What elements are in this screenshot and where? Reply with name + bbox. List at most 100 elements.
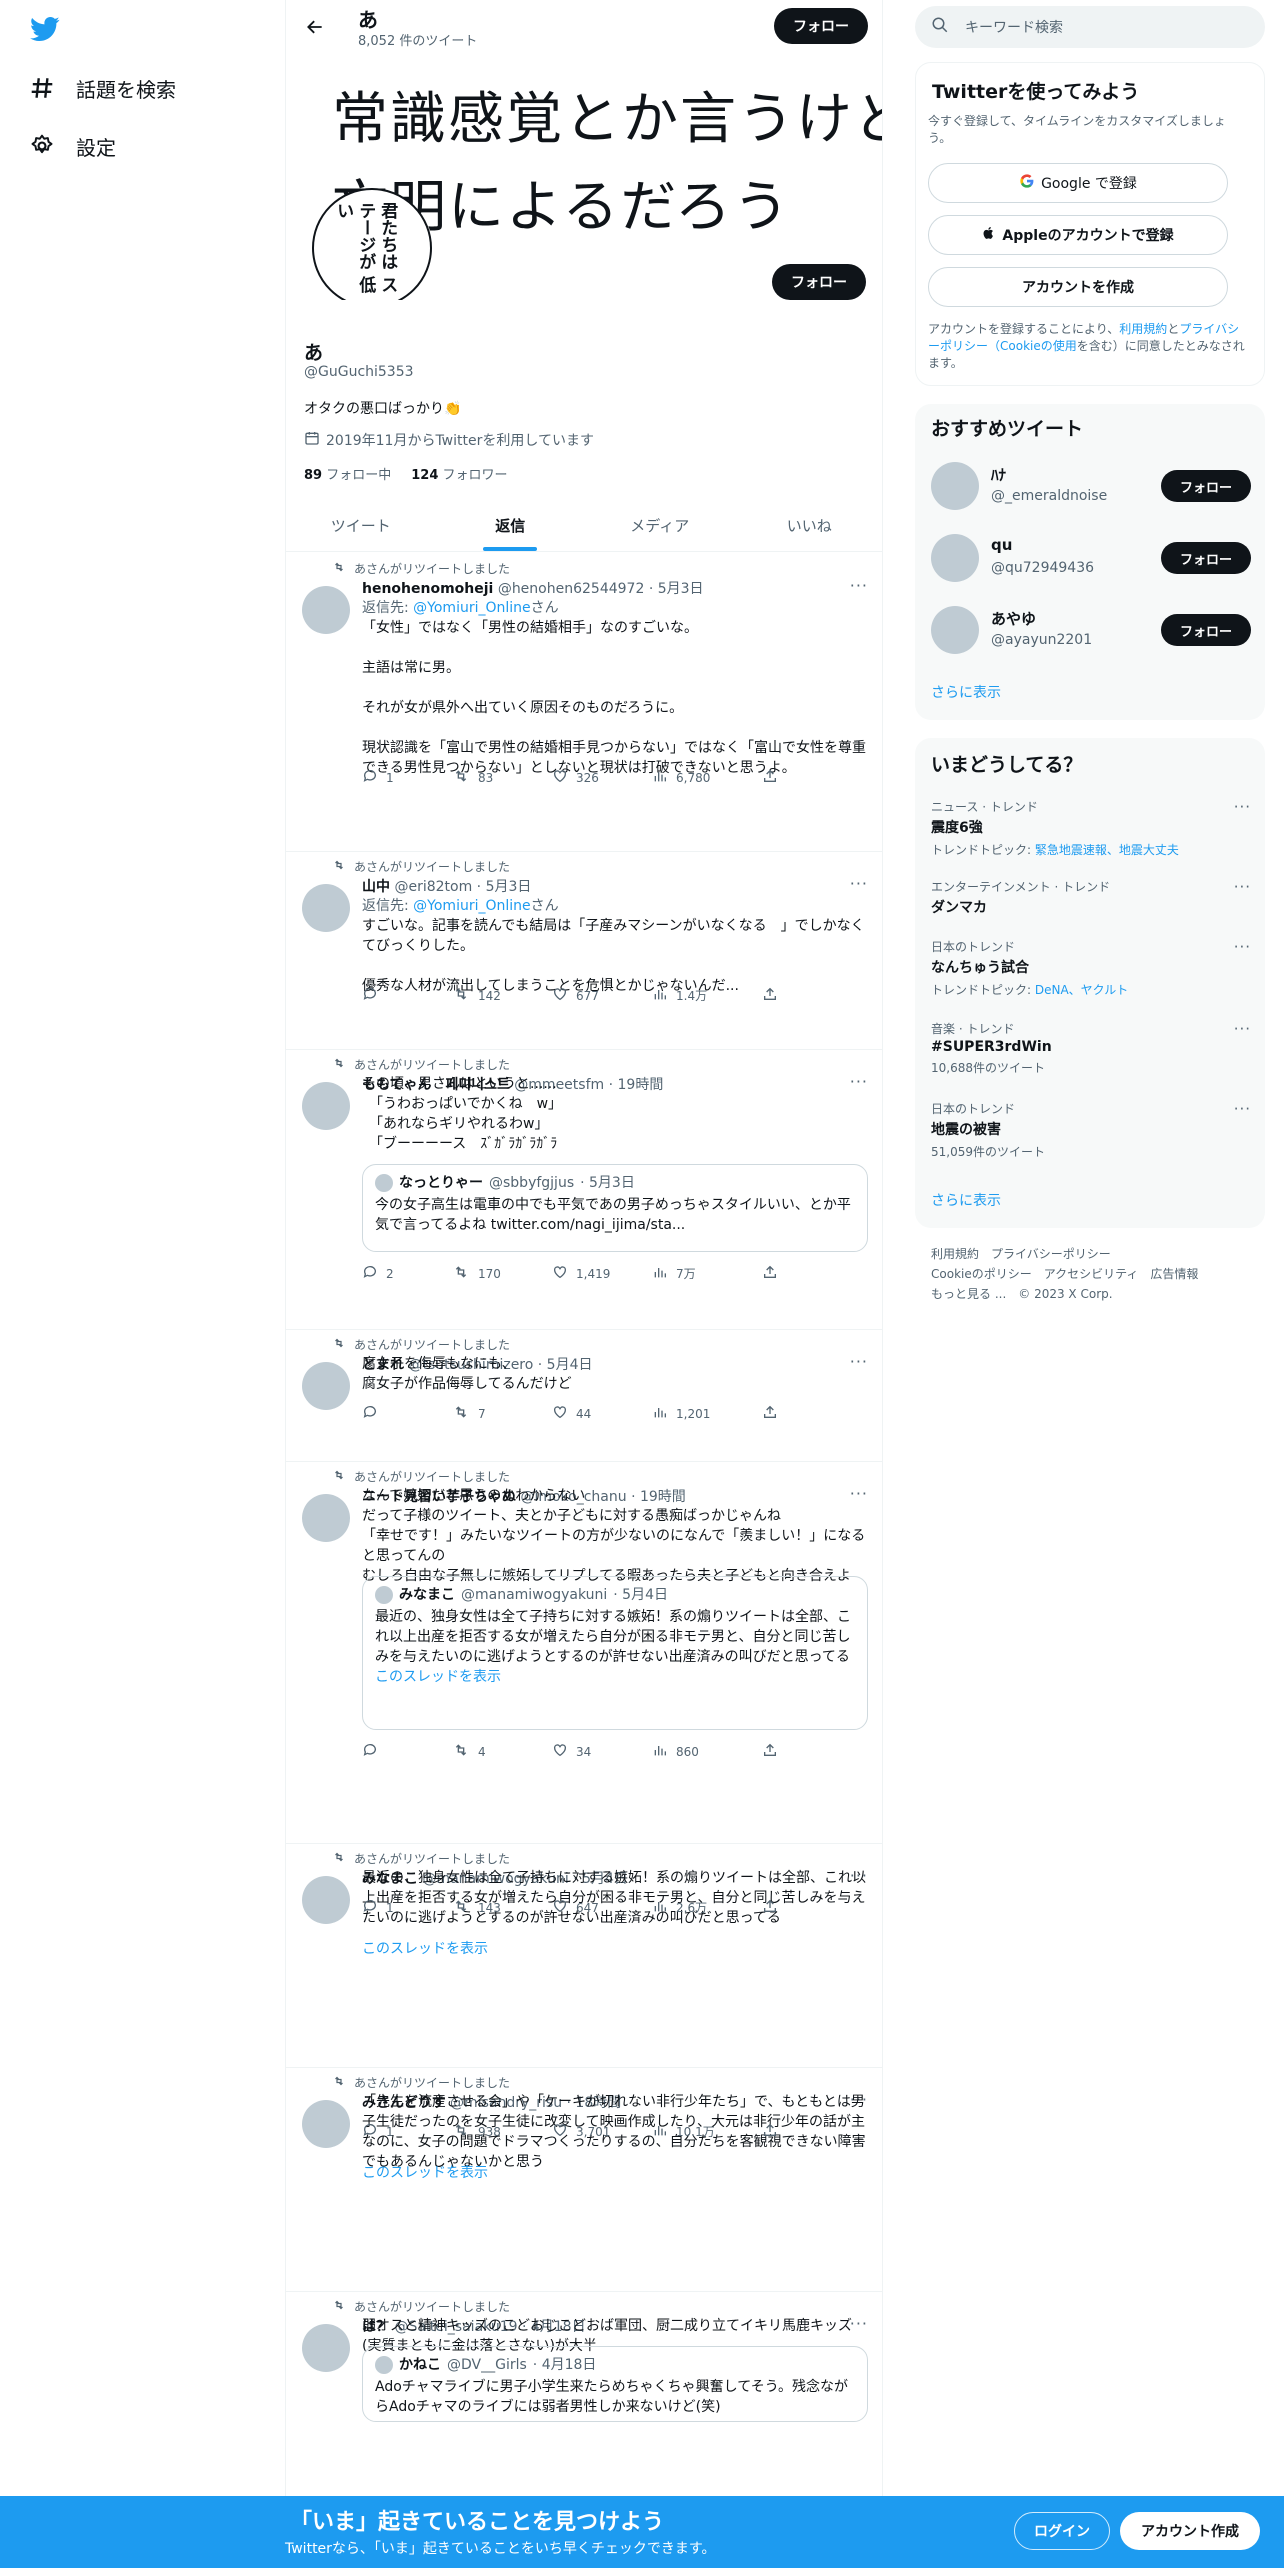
nav-explore[interactable]: 話題を検索 — [28, 68, 176, 108]
recommend-user[interactable]: あやゆ @ayayun2201 フォロー — [931, 600, 1251, 660]
create-account-button[interactable]: アカウントを作成 — [928, 267, 1228, 307]
share-action[interactable] — [762, 1742, 778, 1761]
back-arrow-icon[interactable] — [298, 10, 332, 44]
avatar[interactable] — [302, 2100, 350, 2148]
footer-link[interactable]: アクセシビリティ — [1044, 1267, 1139, 1281]
views-action[interactable]: 1.4万 — [652, 986, 707, 1005]
avatar[interactable] — [302, 586, 350, 634]
author-name[interactable]: 山中 — [362, 879, 390, 895]
more-icon[interactable]: ··· — [850, 576, 868, 595]
views-action[interactable]: 10.1万 — [652, 2122, 715, 2141]
retweet-action[interactable]: 7 — [452, 1404, 486, 1423]
views-action[interactable]: 7万 — [652, 1264, 696, 1283]
twitter-logo-icon[interactable] — [28, 14, 64, 44]
retweet-action[interactable]: 142 — [452, 986, 501, 1005]
avatar[interactable] — [302, 884, 350, 932]
tab-tweets[interactable]: ツイート — [286, 500, 436, 551]
avatar[interactable] — [302, 1876, 350, 1924]
avatar[interactable] — [302, 1362, 350, 1410]
tweet[interactable]: あさんがリツイートしました とまれ @tsutsushimizero · 5月4日… — [286, 1330, 882, 1462]
reply-action[interactable]: 1 — [362, 768, 394, 787]
tab-replies[interactable]: 返信 — [436, 500, 586, 551]
share-action[interactable] — [762, 1898, 778, 1917]
footer-link[interactable]: 利用規約 — [931, 1247, 979, 1261]
share-action[interactable] — [762, 1404, 778, 1423]
header-follow-button[interactable]: フォロー — [774, 8, 868, 44]
signup-button[interactable]: アカウント作成 — [1120, 2512, 1260, 2550]
tweet[interactable]: あさんがリツイートしました henohenomoheji @henohen6254… — [286, 554, 882, 852]
trend-topics-link[interactable]: DeNA、ヤクルト — [1035, 983, 1128, 997]
followers-link[interactable]: 124 フォロワー — [411, 464, 507, 483]
share-action[interactable] — [762, 1264, 778, 1283]
tweet-date[interactable]: · 5月3日 — [477, 879, 532, 895]
more-icon[interactable]: ··· — [1234, 938, 1251, 956]
like-action[interactable]: 647 — [552, 1898, 599, 1917]
author-handle[interactable]: @henohen62544972 — [498, 581, 645, 597]
share-action[interactable] — [762, 986, 778, 1005]
author-name[interactable]: henohenomoheji — [362, 581, 493, 597]
login-button[interactable]: ログイン — [1014, 2512, 1110, 2550]
more-icon[interactable]: ··· — [1234, 798, 1251, 816]
like-action[interactable]: 44 — [552, 1404, 591, 1423]
reply-to-link[interactable]: @Yomiuri_Online — [413, 600, 530, 616]
author-handle[interactable]: @eri82tom — [394, 879, 472, 895]
show-thread-link[interactable]: このスレッドを表示 — [362, 2162, 488, 2182]
tweet[interactable]: あさんがリツイートしました ニート見習い芋子ちゃぬ @imoko_chanu · … — [286, 1462, 882, 1844]
quoted-tweet[interactable]: かねこ @DV__Girls · 4月18日 Adoチャマライブに男子小学生来たらめち… — [362, 2346, 868, 2422]
like-action[interactable]: 3,701 — [552, 2122, 610, 2141]
retweet-action[interactable]: 938 — [452, 2122, 501, 2141]
footer-link[interactable]: プライバシーポリシー — [991, 1247, 1111, 1261]
reply-action[interactable] — [362, 1404, 386, 1423]
footer-link[interactable]: もっと見る ... — [931, 1287, 1006, 1301]
views-action[interactable]: 2.6万 — [652, 1898, 707, 1917]
like-action[interactable]: 1,419 — [552, 1264, 610, 1283]
retweet-action[interactable]: 83 — [452, 768, 493, 787]
quoted-tweet[interactable]: なっとりゃー @sbbyfgjjus · 5月3日 今の女子高生は電車の中でも平気であ… — [362, 1164, 868, 1252]
tweet[interactable]: あさんがリツイートしました ももてゃん 페미니스트 @mmeetsfm · 19時… — [286, 1050, 882, 1330]
like-action[interactable]: 677 — [552, 986, 599, 1005]
apple-signup-button[interactable]: Appleのアカウントで登録 — [928, 215, 1228, 255]
trend-item[interactable]: 日本のトレンド なんちゅう試合 トレンドトピック: DeNA、ヤクルト ··· — [931, 938, 1251, 998]
reply-to-link[interactable]: @Yomiuri_Online — [413, 898, 530, 914]
quoted-tweet[interactable]: みなまこ @manamiwogyakuni · 5月4日 最近の、独身女性は全て子持ち… — [362, 1576, 868, 1730]
google-signup-button[interactable]: Google で登録 — [928, 163, 1228, 203]
reply-action[interactable]: 1 — [362, 1898, 394, 1917]
views-action[interactable]: 860 — [652, 1742, 699, 1761]
trends-more-link[interactable]: さらに表示 — [931, 1190, 1001, 1210]
retweet-action[interactable]: 4 — [452, 1742, 486, 1761]
profile-follow-button[interactable]: フォロー — [772, 264, 866, 300]
trend-item[interactable]: 音楽 · トレンド #SUPER3rdWin 10,688件のツイート ··· — [931, 1020, 1251, 1076]
footer-link[interactable]: 広告情報 — [1150, 1267, 1198, 1281]
recommend-user[interactable]: qu @qu72949436 フォロー — [931, 528, 1251, 588]
reply-action[interactable] — [362, 986, 386, 1005]
trend-item[interactable]: ニュース · トレンド 震度6強 トレンドトピック: 緊急地震速報、地震大丈夫 ··· — [931, 798, 1251, 858]
avatar[interactable] — [302, 2324, 350, 2372]
share-action[interactable] — [762, 2122, 778, 2141]
follow-button[interactable]: フォロー — [1161, 470, 1251, 502]
more-icon[interactable]: ··· — [1234, 1020, 1251, 1038]
nav-settings[interactable]: 設定 — [28, 126, 116, 166]
search-bar[interactable]: キーワード検索 — [915, 6, 1265, 48]
follow-button[interactable]: フォロー — [1161, 614, 1251, 646]
reply-action[interactable]: 1 — [362, 2122, 394, 2141]
views-action[interactable]: 6,780 — [652, 768, 710, 787]
terms-link[interactable]: 利用規約 — [1119, 322, 1167, 336]
tweet-date[interactable]: · 5月3日 — [649, 581, 704, 597]
reply-action[interactable]: 2 — [362, 1264, 394, 1283]
show-thread-link[interactable]: このスレッドを表示 — [362, 1938, 488, 1958]
profile-banner[interactable]: 常識感覚とか言うけど 文明によるだろう 君たちは ステージが 低い — [286, 40, 882, 300]
follow-button[interactable]: フォロー — [1161, 542, 1251, 574]
more-icon[interactable]: ··· — [1234, 1100, 1251, 1118]
show-thread-link[interactable]: このスレッドを表示 — [375, 1667, 855, 1687]
tab-likes[interactable]: いいね — [735, 500, 883, 551]
trend-item[interactable]: エンターテインメント · トレンド ダンマカ ··· — [931, 878, 1251, 917]
reply-action[interactable] — [362, 1742, 386, 1761]
more-icon[interactable]: ··· — [850, 874, 868, 893]
tweet[interactable]: あさんがリツイートしました 山中 @eri82tom · 5月3日 ··· 返信先: … — [286, 852, 882, 1050]
views-action[interactable]: 1,201 — [652, 1404, 710, 1423]
tweet[interactable]: あさんがリツイートしました みさんどりす @misandry_risu · 18時… — [286, 2068, 882, 2292]
following-link[interactable]: 89 フォロー中 — [304, 464, 391, 483]
recommend-more-link[interactable]: さらに表示 — [931, 682, 1001, 702]
avatar[interactable] — [302, 1494, 350, 1542]
search-input[interactable]: キーワード検索 — [965, 17, 1063, 37]
